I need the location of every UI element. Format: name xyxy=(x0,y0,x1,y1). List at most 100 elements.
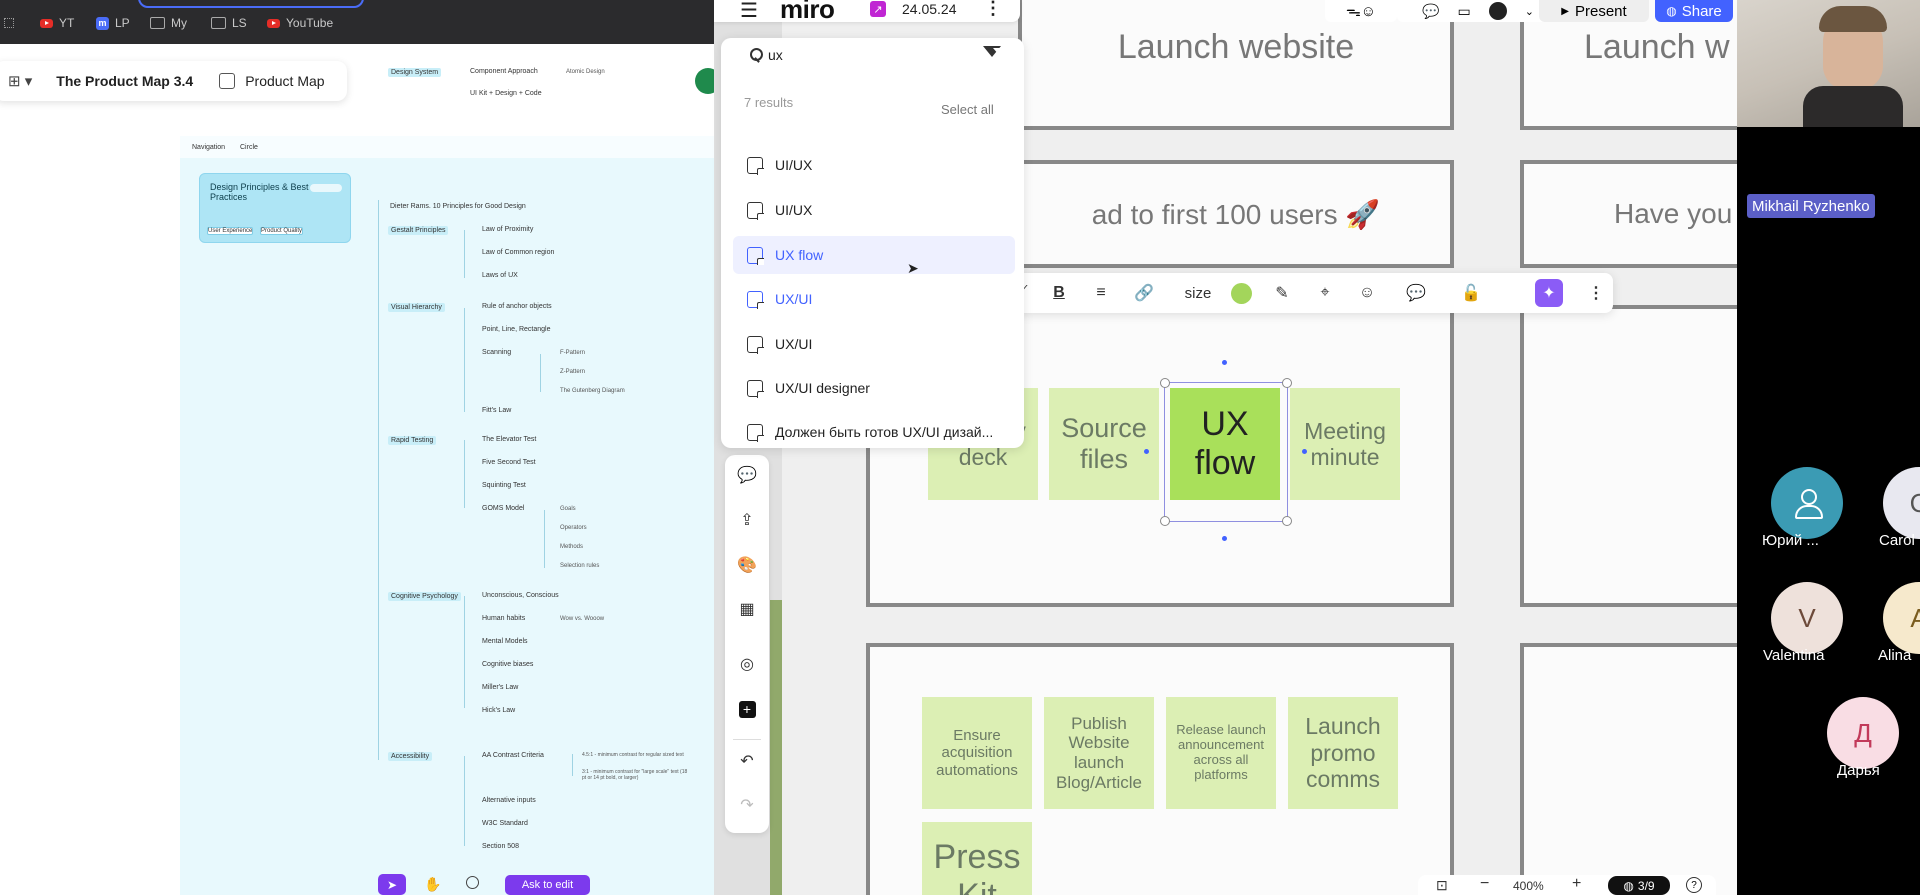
more-options-icon[interactable]: ⋮ xyxy=(1588,281,1604,305)
card-menu-dots[interactable] xyxy=(310,184,342,192)
node-scanning[interactable]: Scanning xyxy=(482,349,511,356)
bookmark-lp[interactable]: m LP xyxy=(96,13,130,33)
node-cognitive-psychology[interactable]: Cognitive Psychology xyxy=(388,592,461,601)
node-hicks-law[interactable]: Hick's Law xyxy=(482,707,515,714)
comment-tool-icon[interactable] xyxy=(466,876,479,889)
upload-icon[interactable]: ⇪ xyxy=(737,510,757,530)
bookmark-youtube[interactable]: YouTube xyxy=(267,13,333,33)
node-five-second-test[interactable]: Five Second Test xyxy=(482,459,536,466)
node-squinting-test[interactable]: Squinting Test xyxy=(482,482,526,489)
cursor-tool-icon[interactable]: ➤ xyxy=(378,874,406,895)
node-w3c-standard[interactable]: W3C Standard xyxy=(482,820,528,827)
node-laws-of-ux[interactable]: Laws of UX xyxy=(482,272,518,279)
search-result[interactable]: UX/UI xyxy=(733,325,1015,363)
help-icon[interactable]: ? xyxy=(1686,877,1702,893)
node-selection-rules[interactable]: Selection rules xyxy=(560,563,599,569)
align-icon[interactable]: ≡ xyxy=(1091,281,1111,305)
node-atomic-design[interactable]: Atomic Design xyxy=(566,69,605,75)
sticky-press-kit[interactable]: Press Kit xyxy=(922,822,1032,895)
node-gutenberg[interactable]: The Gutenberg Diagram xyxy=(560,388,625,394)
pages-pill[interactable]: ◍ 3/9 xyxy=(1608,876,1670,895)
unlock-icon[interactable]: 🔓 xyxy=(1459,281,1483,305)
node-goms-model[interactable]: GOMS Model xyxy=(482,505,524,512)
pen-icon[interactable]: ✎ xyxy=(1270,281,1294,305)
node-law-proximity[interactable]: Law of Proximity xyxy=(482,226,533,233)
node-human-habits[interactable]: Human habits xyxy=(482,615,525,622)
node-alternative-inputs[interactable]: Alternative inputs xyxy=(482,797,536,804)
search-result-selected[interactable]: UX flow xyxy=(733,236,1015,274)
sticky-launch-promo[interactable]: Launch promo comms xyxy=(1288,697,1398,809)
hand-tool-icon[interactable]: ✋ xyxy=(424,876,441,893)
bold-icon[interactable]: B xyxy=(1049,281,1069,305)
comment-icon[interactable]: 💬 xyxy=(1404,281,1428,305)
video-icon[interactable]: ▭ xyxy=(1457,3,1470,20)
participant-avatar[interactable]: C xyxy=(1883,467,1920,539)
bookmark-ls[interactable]: LS xyxy=(211,13,247,33)
node-law-common-region[interactable]: Law of Common region xyxy=(482,249,554,256)
present-button[interactable]: ▶ Present xyxy=(1539,0,1649,22)
breadcrumb-parent[interactable]: The Product Map 3.4 xyxy=(56,73,193,89)
ask-to-edit-button[interactable]: Ask to edit xyxy=(505,875,590,895)
node-mental-models[interactable]: Mental Models xyxy=(482,638,528,645)
redo-icon[interactable]: ↷ xyxy=(737,795,757,815)
font-size-select[interactable]: size xyxy=(1181,281,1215,305)
node-f-pattern[interactable]: F-Pattern xyxy=(560,350,585,356)
table-icon[interactable]: ▦ xyxy=(737,599,757,619)
search-result[interactable]: UX/UI designer xyxy=(733,369,1015,407)
search-result-hovered[interactable]: UX/UI xyxy=(733,280,1015,318)
ai-sparkle-icon[interactable]: ✦ xyxy=(1535,279,1563,307)
board-icon[interactable]: ↗ xyxy=(870,1,886,17)
connector-dot[interactable] xyxy=(1302,449,1307,454)
palette-icon[interactable]: 🎨 xyxy=(737,555,757,575)
chevron-down-icon[interactable]: ⌄ xyxy=(1525,5,1534,18)
node-aa-contrast[interactable]: AA Contrast Criteria xyxy=(482,752,544,759)
miro-logo[interactable]: miro xyxy=(780,0,835,25)
selection-box[interactable] xyxy=(1160,378,1292,526)
sticky-source-files[interactable]: Source files xyxy=(1049,388,1159,500)
link-icon[interactable]: 🔗 xyxy=(1132,281,1156,305)
active-tab-outline[interactable] xyxy=(138,0,364,8)
node-accessibility[interactable]: Accessibility xyxy=(388,752,433,761)
node-rapid-testing[interactable]: Rapid Testing xyxy=(388,436,437,445)
node-rule-anchor[interactable]: Rule of anchor objects xyxy=(482,303,552,310)
emoji-icon[interactable]: ☺ xyxy=(1355,281,1379,305)
search-result[interactable]: UI/UX xyxy=(733,146,1015,184)
zoom-in-icon[interactable]: + xyxy=(1572,875,1581,893)
participant-avatar[interactable] xyxy=(1771,467,1843,539)
node-operators[interactable]: Operators xyxy=(560,525,587,531)
node-design-system[interactable]: Design System xyxy=(388,68,442,77)
product-map-canvas[interactable] xyxy=(180,44,714,895)
node-elevator-test[interactable]: The Elevator Test xyxy=(482,436,536,443)
breadcrumb-current[interactable]: Product Map xyxy=(245,73,324,89)
node-fitts-law[interactable]: Fitt's Law xyxy=(482,407,511,414)
fit-icon[interactable]: ⊡ xyxy=(1436,877,1448,894)
search-result[interactable]: UI/UX xyxy=(733,191,1015,229)
node-component-approach[interactable]: Component Approach xyxy=(470,68,538,75)
board-menu-icon[interactable]: ⋮ xyxy=(984,0,1002,19)
hamburger-icon[interactable]: ☰ xyxy=(740,0,758,23)
node-contrast-note-2[interactable]: 3:1 - minimum contrast for "large scale"… xyxy=(582,769,692,781)
node-goals[interactable]: Goals xyxy=(560,506,576,512)
participant-avatar[interactable]: A xyxy=(1883,582,1920,654)
select-all-link[interactable]: Select all xyxy=(941,102,994,117)
board-date[interactable]: 24.05.24 xyxy=(902,1,957,17)
node-point-line[interactable]: Point, Line, Rectangle xyxy=(482,326,551,333)
node-section-508[interactable]: Section 508 xyxy=(482,843,519,850)
participant-avatar[interactable]: V xyxy=(1771,582,1843,654)
node-ui-kit[interactable]: UI Kit + Design + Code xyxy=(470,90,542,97)
sticky-release-launch[interactable]: Release launch announcement across all p… xyxy=(1166,697,1276,809)
node-gestalt[interactable]: Gestalt Principles xyxy=(388,226,449,235)
node-z-pattern[interactable]: Z-Pattern xyxy=(560,369,585,375)
share-button[interactable]: ◍ Share xyxy=(1655,0,1733,22)
participant-avatar[interactable]: Д xyxy=(1827,697,1899,769)
zoom-out-icon[interactable]: − xyxy=(1480,875,1489,893)
connector-dot[interactable] xyxy=(1222,536,1227,541)
node-unconscious[interactable]: Unconscious, Conscious xyxy=(482,592,559,599)
bookmark-yt[interactable]: YT xyxy=(40,13,74,33)
node-habits-sub[interactable]: Wow vs. Wooow xyxy=(560,616,604,622)
comment-tool-icon[interactable]: 💬 xyxy=(737,465,757,485)
collab-icons[interactable]: ᯓ☺ xyxy=(1325,0,1397,22)
node-dieter-rams[interactable]: Dieter Rams. 10 Principles for Good Desi… xyxy=(390,203,526,210)
connector-dot[interactable] xyxy=(1144,449,1149,454)
frame-right-middle[interactable] xyxy=(1520,305,1737,607)
